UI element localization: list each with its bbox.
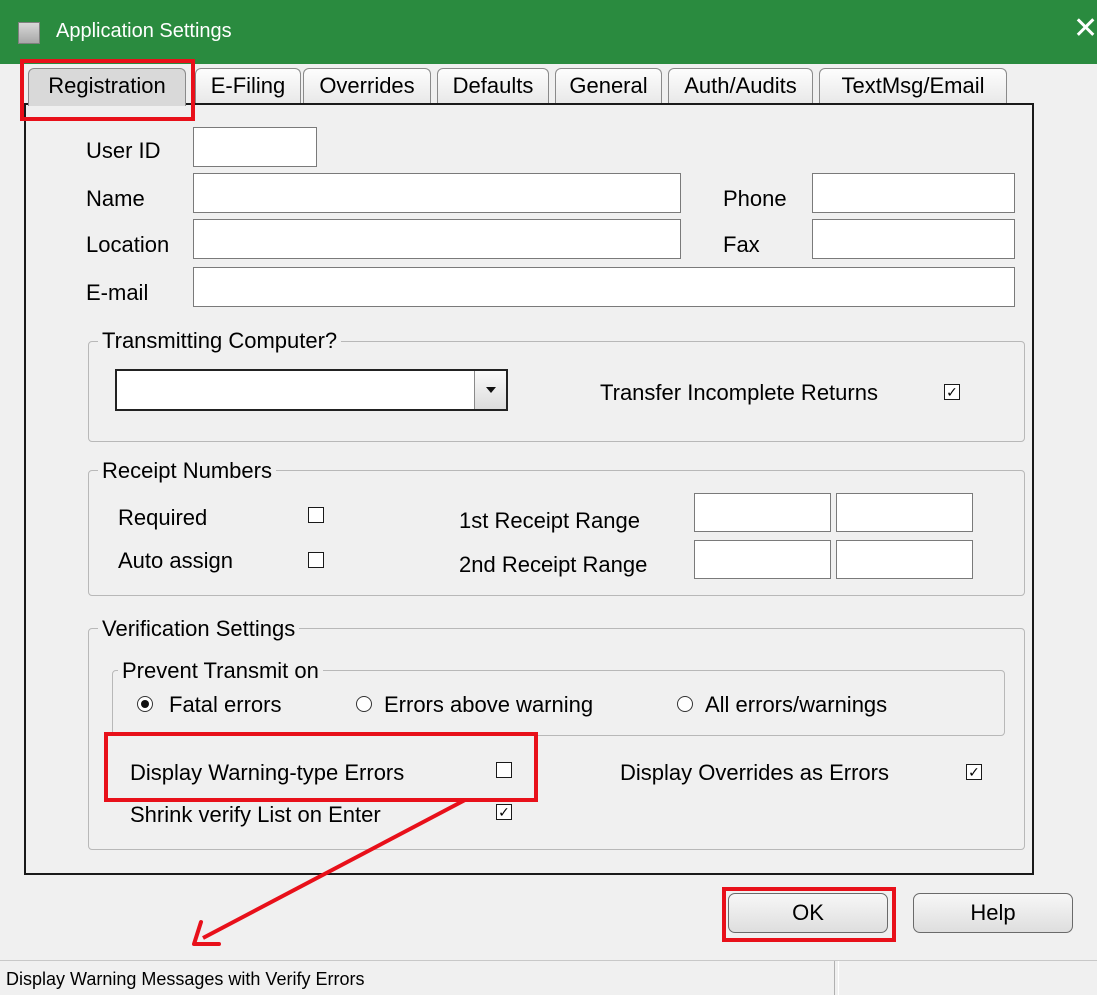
display-overrides-checkbox[interactable]: ✓ (966, 764, 982, 780)
required-checkbox[interactable] (308, 507, 324, 523)
status-bar: Display Warning Messages with Verify Err… (0, 960, 1097, 995)
verification-legend: Verification Settings (98, 616, 300, 642)
dropdown-button[interactable] (474, 371, 506, 409)
tab-label: Registration (48, 73, 166, 98)
user-id-label: User ID (86, 138, 161, 163)
radio-errors-above-warning[interactable] (356, 696, 372, 712)
auto-assign-checkbox[interactable] (308, 552, 324, 568)
prevent-transmit-legend: Prevent Transmit on (118, 658, 323, 684)
name-label: Name (86, 186, 145, 211)
email-label: E-mail (86, 280, 149, 305)
location-label: Location (86, 232, 170, 257)
errors-above-warning-label: Errors above warning (384, 692, 594, 717)
title-bar: Application Settings ✕ (0, 0, 1097, 64)
status-text: Display Warning Messages with Verify Err… (6, 969, 365, 989)
status-divider (834, 961, 835, 995)
tab-registration[interactable]: Registration (28, 68, 186, 106)
first-receipt-range-from[interactable] (694, 493, 831, 532)
second-receipt-range-to[interactable] (836, 540, 973, 579)
tab-e-filing[interactable]: E-Filing (195, 68, 301, 104)
tab-label: Auth/Audits (684, 73, 797, 98)
status-divider-highlight (838, 961, 839, 995)
tab-textmsg-email[interactable]: TextMsg/Email (819, 68, 1007, 104)
tab-label: TextMsg/Email (841, 73, 985, 98)
transfer-incomplete-label: Transfer Incomplete Returns (600, 380, 878, 405)
fax-label: Fax (723, 232, 760, 257)
help-button[interactable]: Help (913, 893, 1073, 933)
name-field[interactable] (193, 173, 681, 213)
radio-fatal-errors[interactable] (137, 696, 153, 712)
transmitting-computer-select[interactable] (115, 369, 508, 411)
first-receipt-range-to[interactable] (836, 493, 973, 532)
shrink-verify-label: Shrink verify List on Enter (130, 802, 381, 827)
chevron-down-icon (486, 387, 496, 393)
user-id-field[interactable] (193, 127, 317, 167)
display-warning-checkbox[interactable] (496, 762, 512, 778)
window-title: Application Settings (56, 20, 232, 42)
location-field[interactable] (193, 219, 681, 259)
fatal-errors-label: Fatal errors (169, 692, 282, 717)
email-field[interactable] (193, 267, 1015, 307)
tab-overrides[interactable]: Overrides (303, 68, 431, 104)
transmitting-legend: Transmitting Computer? (98, 328, 342, 354)
display-warning-label: Display Warning-type Errors (130, 760, 405, 785)
tab-label: Overrides (319, 73, 415, 98)
receipt-numbers-legend: Receipt Numbers (98, 458, 276, 484)
tab-auth-audits[interactable]: Auth/Audits (668, 68, 813, 104)
tab-defaults[interactable]: Defaults (437, 68, 549, 104)
all-errors-warnings-label: All errors/warnings (705, 692, 888, 717)
second-receipt-range-from[interactable] (694, 540, 831, 579)
auto-assign-label: Auto assign (118, 548, 233, 573)
application-icon (18, 22, 40, 44)
close-icon[interactable]: ✕ (1073, 14, 1097, 44)
required-label: Required (118, 505, 208, 530)
radio-all-errors-warnings[interactable] (677, 696, 693, 712)
tab-label: General (569, 73, 648, 98)
tab-general[interactable]: General (555, 68, 662, 104)
second-receipt-range-label: 2nd Receipt Range (459, 552, 648, 577)
display-overrides-label: Display Overrides as Errors (620, 760, 889, 785)
phone-label: Phone (723, 186, 787, 211)
tab-label: E-Filing (210, 73, 286, 98)
ok-button[interactable]: OK (728, 893, 888, 933)
shrink-verify-checkbox[interactable]: ✓ (496, 804, 512, 820)
fax-field[interactable] (812, 219, 1015, 259)
phone-field[interactable] (812, 173, 1015, 213)
tab-label: Defaults (452, 73, 534, 98)
transfer-incomplete-checkbox[interactable]: ✓ (944, 384, 960, 400)
first-receipt-range-label: 1st Receipt Range (459, 508, 640, 533)
